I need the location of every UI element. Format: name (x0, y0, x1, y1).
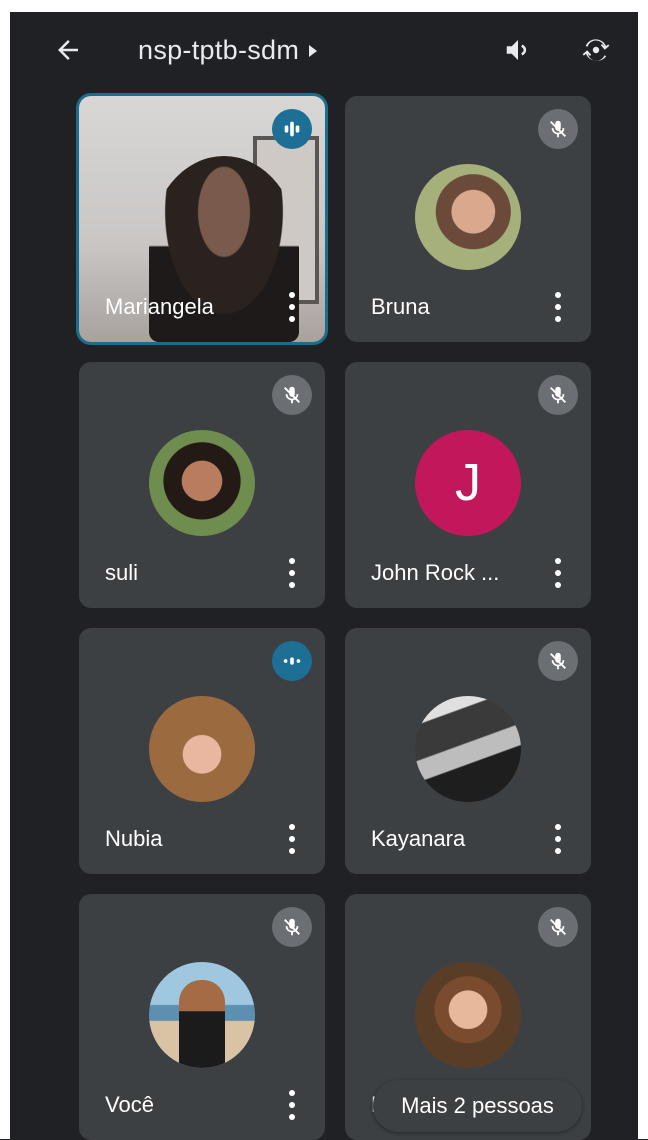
participant-avatar (149, 430, 255, 536)
participant-name: John Rock ... (371, 560, 500, 585)
participant-name: suli (105, 560, 139, 585)
participant-tile-voce[interactable]: Você (79, 894, 325, 1140)
mic-muted-indicator (272, 375, 312, 415)
mic-muted-indicator (538, 375, 578, 415)
speaking-indicator (272, 641, 312, 681)
mic-off-icon (550, 120, 566, 138)
more-people-button[interactable]: Mais 2 pessoas (373, 1080, 582, 1132)
participant-name: Você (105, 1092, 154, 1117)
mic-muted-indicator (538, 109, 578, 149)
participant-avatar (149, 696, 255, 802)
participant-avatar (149, 962, 255, 1068)
meeting-title-button[interactable]: nsp-tptb-sdm (138, 30, 318, 70)
participant-tile-mariangela[interactable]: Mariangela (76, 93, 328, 345)
participant-tile-john-rock[interactable]: J John Rock ... (345, 362, 591, 608)
mic-off-icon (284, 918, 300, 936)
participant-menu-button[interactable] (285, 292, 299, 322)
back-arrow-icon (58, 40, 78, 60)
speaker-button[interactable] (498, 30, 538, 70)
top-border (0, 0, 648, 12)
participant-name: Kayanara (371, 826, 466, 851)
participant-initial-avatar: J (415, 430, 521, 536)
audio-dots-icon (283, 657, 301, 665)
participant-avatar (415, 164, 521, 270)
mic-off-icon (550, 918, 566, 936)
participant-menu-button[interactable] (285, 824, 299, 854)
mic-off-icon (550, 386, 566, 404)
participant-tile-suli[interactable]: suli (79, 362, 325, 608)
participant-avatar (415, 696, 521, 802)
participant-menu-button[interactable] (551, 292, 565, 322)
right-border (638, 0, 648, 1139)
left-border (0, 0, 10, 1139)
meeting-code: nsp-tptb-sdm (138, 34, 300, 65)
participant-name: Nubia (105, 826, 163, 851)
switch-camera-icon (582, 39, 610, 61)
caret-right-icon (309, 45, 318, 57)
mic-muted-indicator (272, 907, 312, 947)
participant-tile-bruna[interactable]: Bruna (345, 96, 591, 342)
mic-muted-indicator (538, 907, 578, 947)
participant-menu-button[interactable] (285, 558, 299, 588)
speaker-icon (506, 40, 527, 60)
participant-name: Mariangela (105, 294, 214, 319)
participant-name: Bruna (371, 294, 430, 319)
participant-menu-button[interactable] (551, 558, 565, 588)
participant-tile-nubia[interactable]: Nubia (79, 628, 325, 874)
participant-tile-kayanara[interactable]: Kayanara (345, 628, 591, 874)
mic-muted-indicator (538, 641, 578, 681)
participant-menu-button[interactable] (551, 824, 565, 854)
meeting-header: nsp-tptb-sdm (10, 12, 638, 90)
mic-off-icon (284, 386, 300, 404)
mic-off-icon (550, 652, 566, 670)
switch-camera-button[interactable] (576, 30, 616, 70)
audio-wave-icon (284, 121, 300, 137)
participant-menu-button[interactable] (285, 1090, 299, 1120)
back-button[interactable] (50, 32, 86, 68)
participant-avatar (415, 962, 521, 1068)
speaking-indicator (272, 109, 312, 149)
